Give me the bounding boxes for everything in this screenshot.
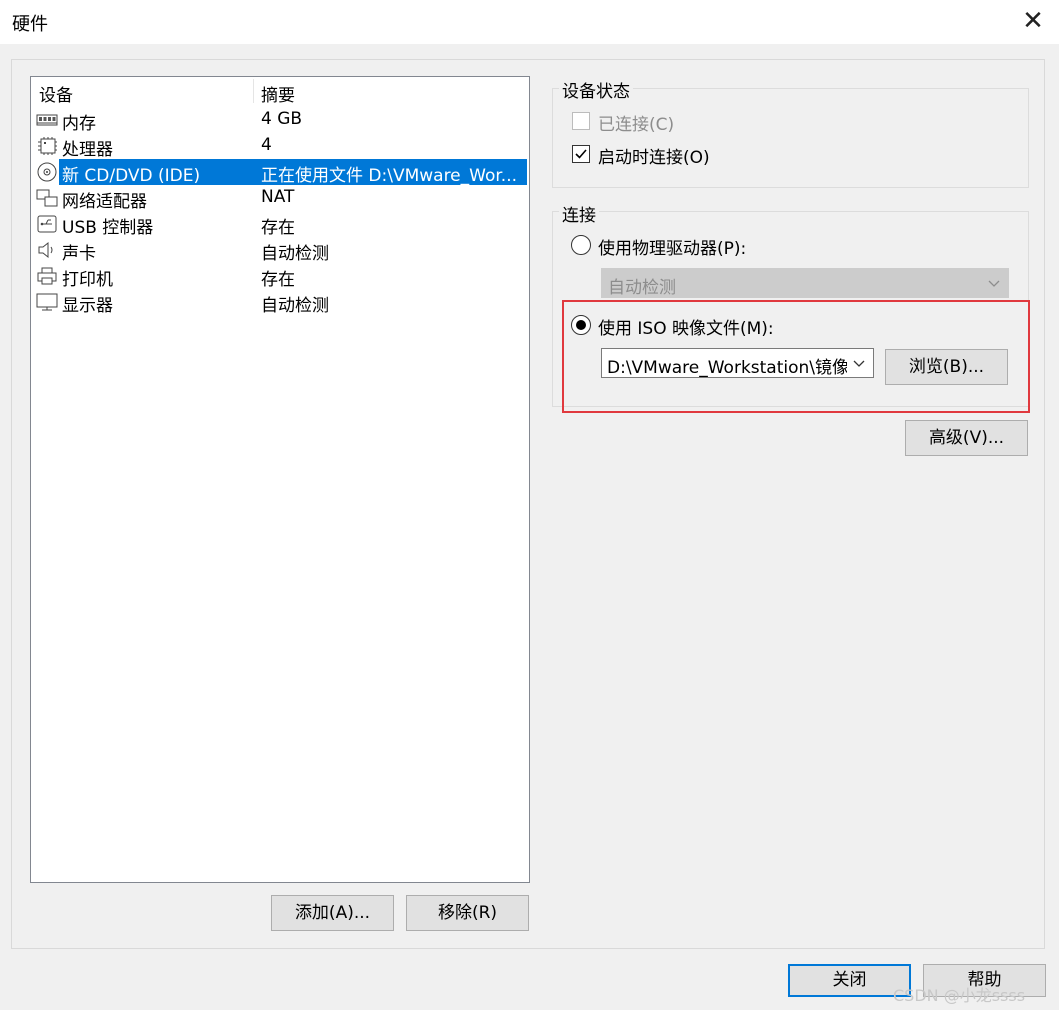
add-device-button[interactable]: 添加(A)... — [271, 895, 394, 931]
column-header-summary[interactable]: 摘要 — [261, 81, 295, 106]
device-row-printer[interactable]: 打印机 存在 — [31, 263, 529, 290]
column-divider[interactable] — [253, 79, 254, 103]
device-summary: 存在 — [261, 218, 295, 238]
checkmark-icon — [575, 149, 587, 159]
physical-drive-value: 自动检测 — [608, 278, 676, 298]
device-status-title: 设备状态 — [559, 77, 633, 102]
device-name: 新 CD/DVD (IDE) — [62, 166, 201, 186]
device-row-cd-dvd[interactable]: 新 CD/DVD (IDE) 正在使用文件 D:\VMware_Wor... — [31, 159, 529, 186]
title-bar: 硬件 ✕ — [0, 0, 1059, 44]
connect-at-power-on-label: 启动时连接(O) — [598, 148, 710, 168]
physical-drive-label: 使用物理驱动器(P): — [598, 239, 747, 259]
device-name: 声卡 — [62, 244, 96, 264]
highlight-annotation-box — [562, 300, 1030, 413]
device-summary: 自动检测 — [261, 244, 329, 264]
device-summary: 4 GB — [261, 109, 303, 129]
monitor-icon — [36, 292, 58, 312]
device-summary: 正在使用文件 D:\VMware_Wor... — [261, 166, 517, 186]
device-row-processor[interactable]: 处理器 4 — [31, 133, 529, 160]
device-summary: 自动检测 — [261, 296, 329, 316]
watermark: CSDN @小龙ssss — [893, 986, 1026, 1005]
device-row-memory[interactable]: 内存 4 GB — [31, 107, 529, 134]
chevron-down-icon — [988, 280, 1000, 287]
connection-title: 连接 — [559, 201, 599, 226]
device-row-monitor[interactable]: 显示器 自动检测 — [31, 289, 529, 316]
device-summary: NAT — [261, 187, 295, 207]
connect-at-power-on-checkbox[interactable] — [572, 145, 590, 163]
cd-dvd-icon — [36, 162, 58, 182]
window-title: 硬件 — [12, 14, 48, 35]
connected-checkbox[interactable] — [572, 112, 590, 130]
column-header-device[interactable]: 设备 — [39, 81, 73, 106]
device-name: 显示器 — [62, 296, 113, 316]
advanced-button[interactable]: 高级(V)... — [905, 420, 1028, 456]
connected-label: 已连接(C) — [598, 115, 675, 135]
network-adapter-icon — [36, 188, 58, 208]
device-row-usb[interactable]: USB 控制器 存在 — [31, 211, 529, 238]
processor-icon — [36, 136, 58, 156]
close-icon[interactable]: ✕ — [1020, 8, 1046, 34]
device-summary: 4 — [261, 135, 272, 155]
device-list-header: 设备 摘要 — [31, 77, 529, 106]
device-name: 内存 — [62, 114, 96, 134]
usb-icon — [36, 214, 58, 234]
device-name: 处理器 — [62, 140, 113, 160]
remove-device-button[interactable]: 移除(R) — [406, 895, 529, 931]
device-row-sound-card[interactable]: 声卡 自动检测 — [31, 237, 529, 264]
sound-card-icon — [36, 240, 58, 260]
memory-icon — [36, 110, 58, 130]
physical-drive-radio[interactable] — [571, 235, 591, 255]
printer-icon — [36, 266, 58, 286]
device-name: 打印机 — [62, 270, 113, 290]
device-name: 网络适配器 — [62, 192, 147, 212]
device-summary: 存在 — [261, 270, 295, 290]
device-name: USB 控制器 — [62, 218, 154, 238]
device-status-group — [552, 88, 1029, 188]
device-list[interactable]: 设备 摘要 内存 4 GB 处理器 4 新 CD/DVD (IDE) 正在使用文… — [30, 76, 530, 883]
physical-drive-dropdown[interactable]: 自动检测 — [601, 268, 1009, 298]
device-row-network-adapter[interactable]: 网络适配器 NAT — [31, 185, 529, 212]
